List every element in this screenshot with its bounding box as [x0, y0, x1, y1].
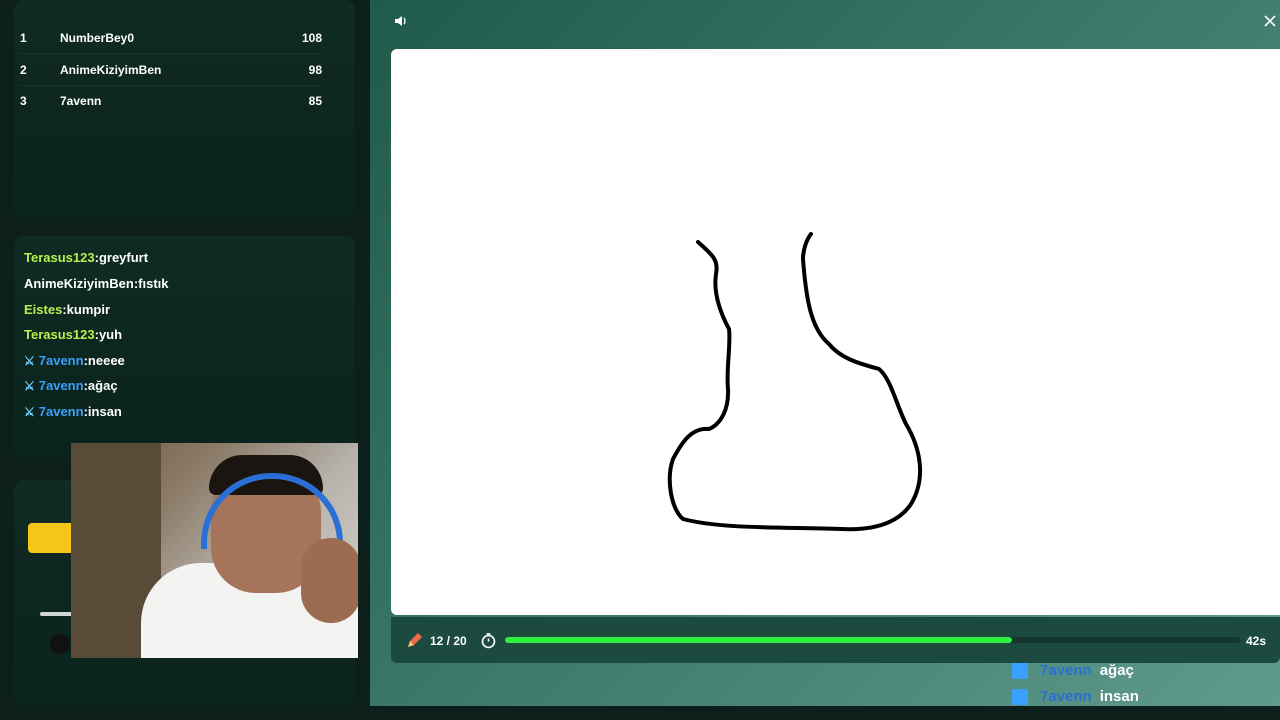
leaderboard-row: 3 7avenn 85	[20, 85, 322, 116]
chat-username: Terasus123	[24, 250, 95, 265]
chat-panel	[14, 236, 355, 462]
speaker-icon[interactable]	[394, 14, 408, 31]
sword-badge-icon: ⚔	[24, 404, 35, 419]
leaderboard-rank: 1	[20, 30, 27, 45]
leaderboard-row: 2 AnimeKiziyimBen 98	[20, 54, 322, 86]
close-icon[interactable]	[1264, 14, 1276, 30]
leaderboard-score: 98	[308, 62, 322, 77]
round-counter: 12 / 20	[430, 634, 467, 648]
chat-message: Terasus123: yuh	[24, 327, 123, 342]
pencil-icon	[406, 633, 422, 654]
chat-text: neeee	[87, 353, 125, 368]
chat-message: ⚔ 7avenn: ağaç	[24, 378, 118, 393]
chat-message: Eistes: kumpir	[24, 302, 110, 317]
chat-text: fıstık	[138, 276, 169, 291]
leaderboard-name: AnimeKiziyimBen	[60, 62, 162, 77]
chat-message: AnimeKiziyimBen: fıstık	[24, 276, 169, 291]
webcam-feed	[71, 443, 358, 658]
stopwatch-icon	[480, 632, 497, 654]
leaderboard-rank: 2	[20, 62, 27, 77]
leaderboard-row: 1 NumberBey0 108	[20, 22, 322, 54]
chat-username: 7avenn	[38, 404, 84, 419]
chat-message: ⚔ 7avenn: neeee	[24, 353, 125, 368]
leaderboard-score: 85	[308, 93, 322, 108]
overlay-chat-message: 7avenn ağaç	[1012, 662, 1134, 679]
drawing-stroke	[667, 232, 923, 532]
chat-username: 7avenn	[38, 353, 84, 368]
timer-seconds: 42s	[1246, 634, 1267, 648]
overlay-chat-username: 7avenn	[1040, 662, 1092, 679]
overlay-chat-message: 7avenn insan	[1012, 688, 1139, 705]
leaderboard-name: 7avenn	[60, 93, 102, 108]
chat-message: Terasus123: greyfurt	[24, 250, 149, 265]
overlay-badge-icon	[1012, 662, 1028, 679]
chat-username: Eistes	[24, 302, 63, 317]
leaderboard-score: 108	[301, 30, 322, 45]
chat-text: ağaç	[87, 378, 118, 393]
overlay-badge-icon	[1012, 688, 1028, 705]
chat-text: kumpir	[66, 302, 110, 317]
drawing-canvas[interactable]	[391, 49, 1280, 615]
chat-message: ⚔ 7avenn: insan	[24, 404, 122, 419]
chat-text: greyfurt	[98, 250, 149, 265]
overlay-chat-text: insan	[1099, 688, 1139, 705]
timer-progress-fill	[505, 637, 1012, 643]
sword-badge-icon: ⚔	[24, 378, 35, 393]
black-color-swatch[interactable]	[50, 634, 70, 654]
overlay-chat-text: ağaç	[1099, 662, 1134, 679]
chat-username: 7avenn	[38, 378, 84, 393]
chat-username: Terasus123	[24, 327, 95, 342]
sword-badge-icon: ⚔	[24, 353, 35, 368]
overlay-chat-username: 7avenn	[1040, 688, 1092, 705]
leaderboard-rank: 3	[20, 93, 27, 108]
chat-username: AnimeKiziyimBen	[24, 276, 134, 291]
webcam-person-hand	[301, 538, 358, 623]
chat-text: insan	[87, 404, 122, 419]
leaderboard-name: NumberBey0	[60, 30, 135, 45]
chat-text: yuh	[98, 327, 123, 342]
